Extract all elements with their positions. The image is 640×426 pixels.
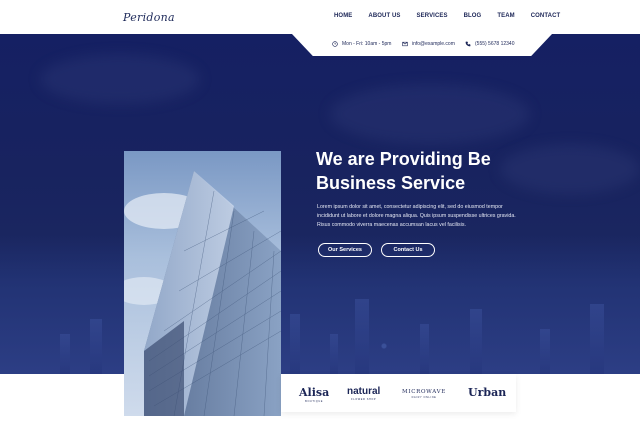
brand-name: natural: [347, 386, 381, 397]
brand-logo-urban: Urban: [468, 386, 506, 399]
brand-name: MICROWAVE: [402, 389, 447, 395]
building-shape: [590, 304, 604, 374]
clock-icon: [332, 41, 338, 47]
our-services-button[interactable]: Our Services: [318, 243, 372, 257]
brand-logos-strip: Alisa BOUTIQUE natural FLOWER SHOP MICRO…: [281, 374, 516, 412]
hero-headline: We are Providing Be Business Service: [316, 147, 556, 195]
hours-text: Mon - Fri: 10am - 5pm: [342, 41, 392, 47]
mail-icon: [402, 41, 408, 47]
contact-phone[interactable]: (555) 5678 12340: [465, 41, 514, 47]
building-shape: [420, 324, 429, 374]
cloud-shape: [40, 54, 200, 104]
brand-name: Alisa: [299, 386, 330, 399]
brand-sub: BOUTIQUE: [305, 400, 324, 403]
brand-name: Urban: [468, 386, 507, 399]
brand-logo-alisa: Alisa BOUTIQUE: [299, 386, 329, 403]
building-shape: [290, 314, 300, 374]
brand-logo-natural: natural FLOWER SHOP: [347, 386, 380, 401]
phone-icon: [465, 41, 471, 47]
nav-team[interactable]: TEAM: [497, 13, 514, 19]
building-shape: [540, 329, 550, 374]
contact-email[interactable]: info@example.com: [402, 41, 455, 47]
building-shape: [60, 334, 70, 374]
nav-contact[interactable]: CONTACT: [531, 13, 561, 19]
skyscraper-image: [124, 151, 281, 416]
site-logo[interactable]: Peridona: [123, 11, 175, 24]
nav-home[interactable]: HOME: [334, 13, 352, 19]
skyscraper-graphic: [124, 171, 281, 416]
brand-sub: FLOWER SHOP: [351, 398, 377, 401]
brand-sub: DAIRY ONLINE: [411, 396, 437, 399]
cloud-shape: [330, 84, 530, 144]
brand-logo-microwave: MICROWAVE DAIRY ONLINE: [402, 389, 446, 399]
nav-about[interactable]: ABOUT US: [368, 13, 400, 19]
contact-hours: Mon - Fri: 10am - 5pm: [332, 41, 391, 47]
phone-text: (555) 5678 12340: [475, 41, 515, 47]
contact-us-button[interactable]: Contact Us: [381, 243, 435, 257]
hero-description: Lorem ipsum dolor sit amet, consectetur …: [317, 204, 516, 228]
contact-bar: Mon - Fri: 10am - 5pm info@example.com (…: [292, 34, 552, 56]
building-shape: [330, 334, 338, 374]
building-shape: [355, 299, 369, 374]
building-shape: [90, 319, 102, 374]
nav-services[interactable]: SERVICES: [417, 13, 448, 19]
email-text: info@example.com: [412, 41, 455, 47]
main-nav: HOME ABOUT US SERVICES BLOG TEAM CONTACT: [334, 13, 576, 19]
nav-blog[interactable]: BLOG: [464, 13, 482, 19]
headline-line-2: Business Service: [316, 173, 466, 193]
building-shape: [470, 309, 482, 374]
site-header: Peridona HOME ABOUT US SERVICES BLOG TEA…: [0, 0, 640, 34]
headline-line-1: We are Providing Be: [316, 149, 491, 169]
